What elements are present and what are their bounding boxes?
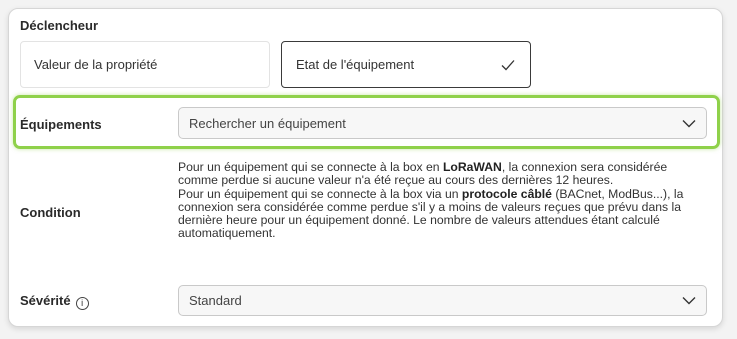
condition-label: Condition: [20, 205, 81, 220]
tab-property-value[interactable]: Valeur de la propriété: [20, 41, 270, 88]
condition-description: Pour un équipement qui se connecte à la …: [178, 160, 710, 241]
condition-p2-bold: protocole câblé: [461, 186, 552, 201]
equipments-label: Équipements: [20, 117, 102, 132]
severity-value: Standard: [189, 293, 242, 308]
trigger-title: Déclencheur: [20, 18, 99, 33]
condition-p2-pre: Pour un équipement qui se connecte à la …: [178, 186, 462, 201]
condition-p1-pre: Pour un équipement qui se connecte à la …: [178, 160, 443, 174]
equipment-search-select[interactable]: Rechercher un équipement: [178, 107, 707, 139]
info-icon[interactable]: i: [75, 296, 89, 310]
condition-p1-bold: LoRaWAN: [442, 160, 502, 174]
severity-select[interactable]: Standard: [178, 285, 707, 316]
severity-label: Sévérité: [20, 293, 71, 308]
check-icon: [501, 59, 515, 70]
chevron-down-icon: [682, 119, 696, 127]
chevron-down-icon: [682, 297, 696, 305]
equipment-search-placeholder: Rechercher un équipement: [189, 115, 346, 131]
tab-property-value-label: Valeur de la propriété: [34, 57, 158, 72]
tab-equipment-state-label: Etat de l'équipement: [296, 57, 415, 72]
severity-label-wrap: Sévérité i: [20, 293, 89, 310]
tab-equipment-state[interactable]: Etat de l'équipement: [281, 41, 531, 88]
